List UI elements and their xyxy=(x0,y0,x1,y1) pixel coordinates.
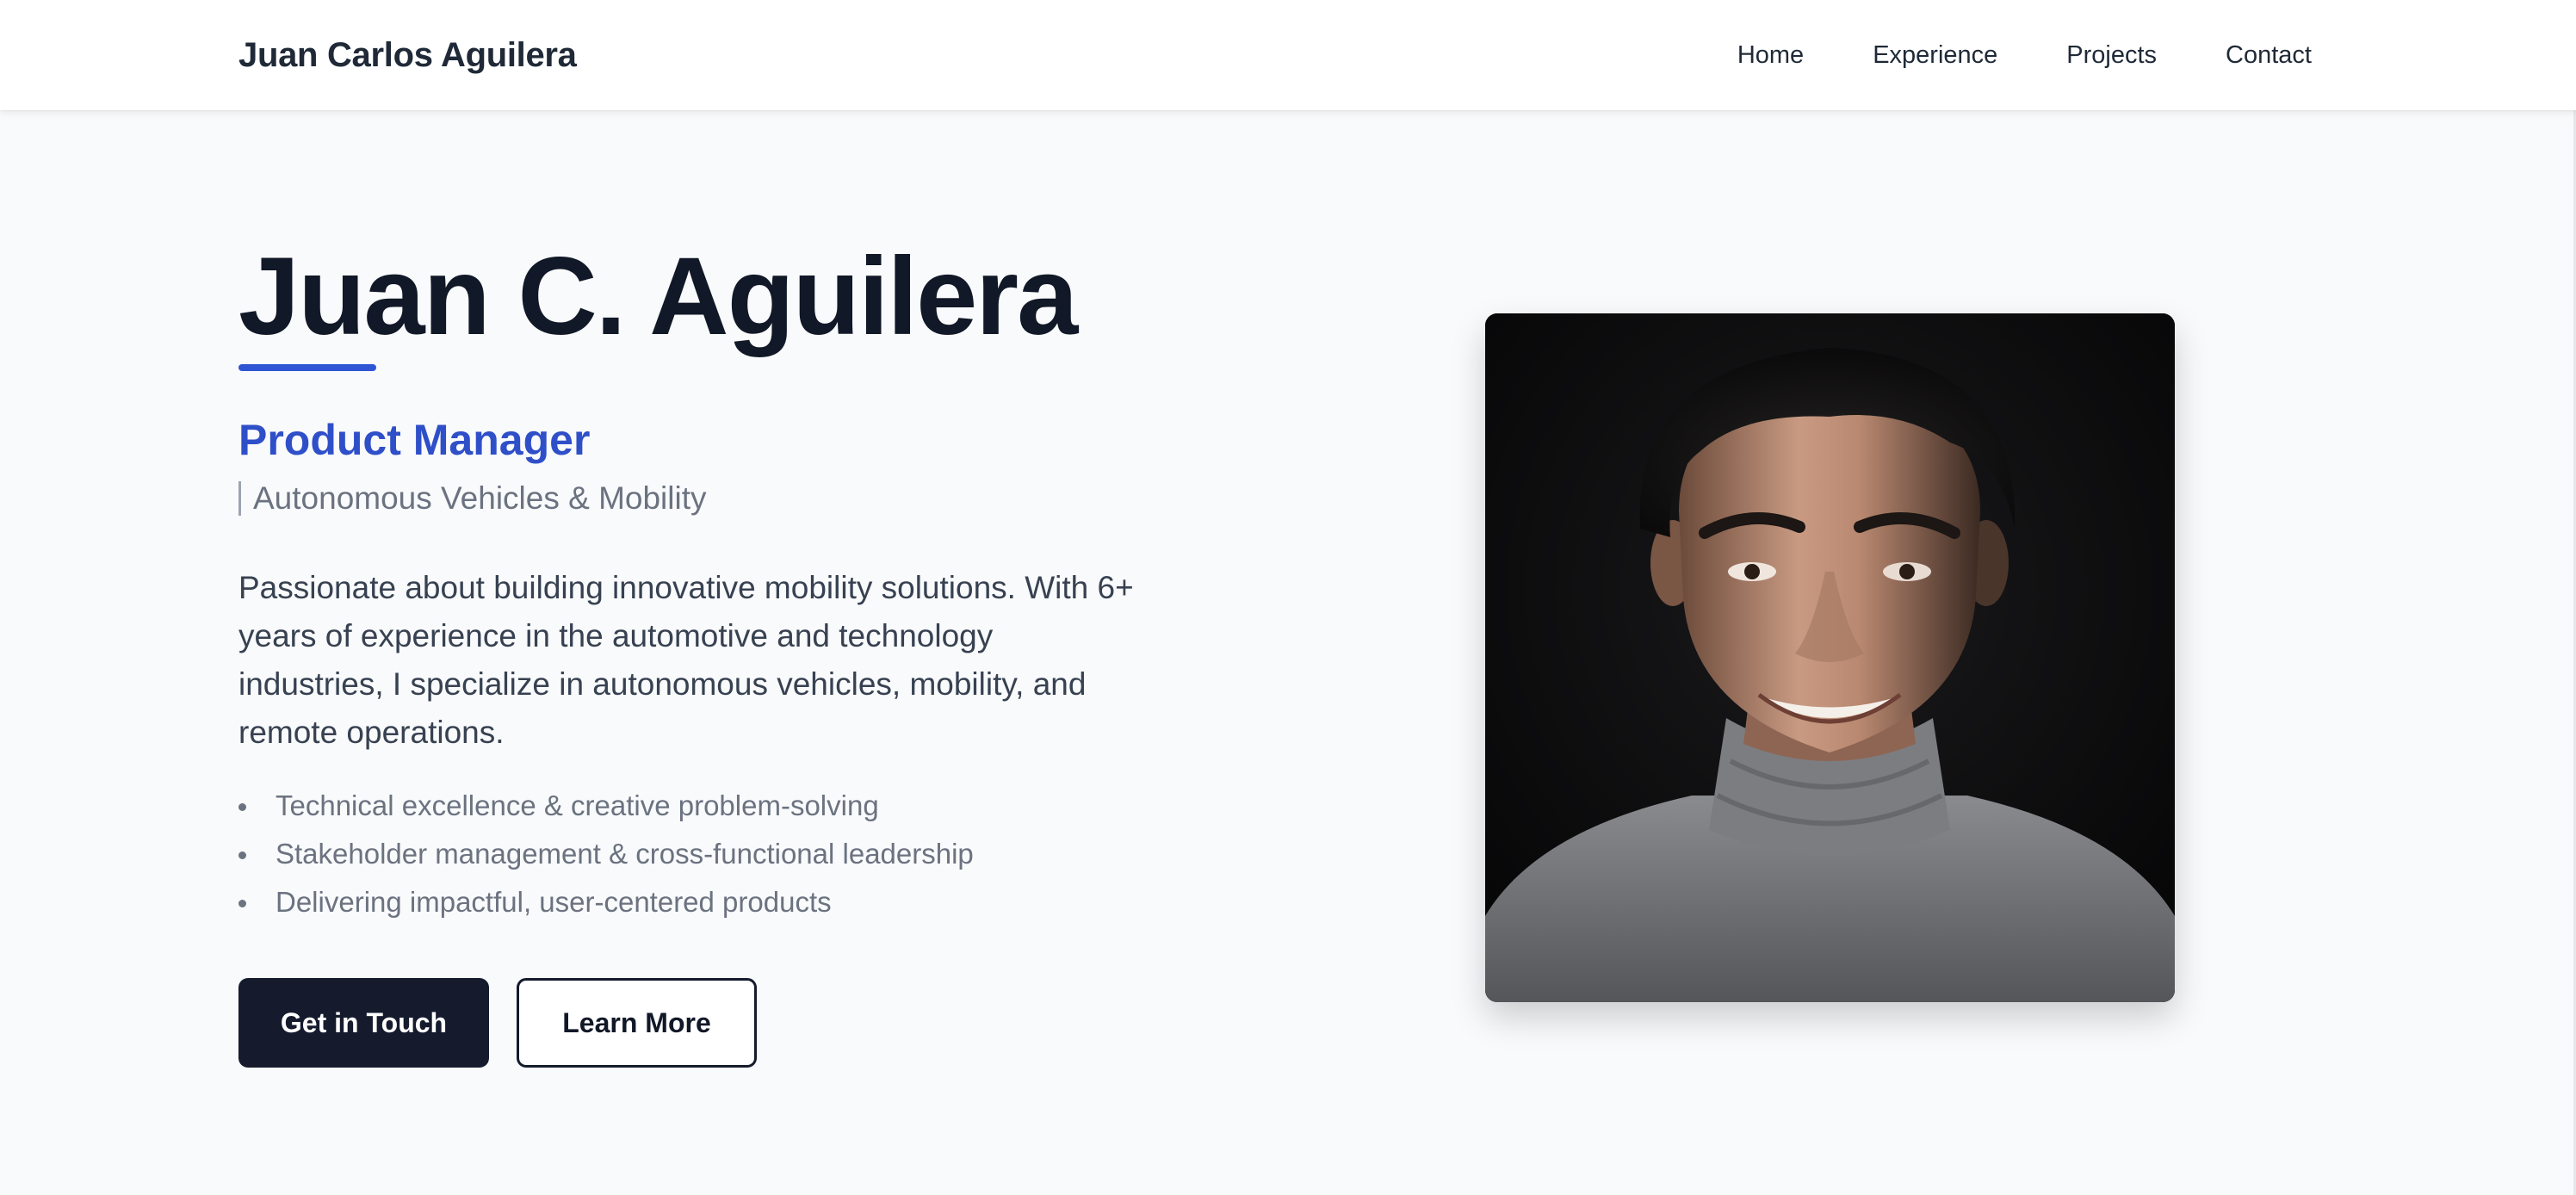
role-subtitle: Autonomous Vehicles & Mobility xyxy=(238,477,707,520)
highlight-text: Technical excellence & creative problem-… xyxy=(276,789,879,821)
highlight-item: Stakeholder management & cross-functiona… xyxy=(238,830,974,878)
highlight-item: Technical excellence & creative problem-… xyxy=(238,782,974,830)
nav-projects-link[interactable]: Projects xyxy=(2066,38,2157,72)
highlight-text: Stakeholder management & cross-functiona… xyxy=(276,838,974,870)
hero-name-heading: Juan C. Aguilera xyxy=(238,235,1078,358)
highlight-item: Delivering impactful, user-centered prod… xyxy=(238,878,974,926)
brand-logo-text[interactable]: Juan Carlos Aguilera xyxy=(238,33,577,77)
bullet-dot-icon xyxy=(238,803,246,811)
nav-contact-link[interactable]: Contact xyxy=(2226,38,2312,72)
role-title: Product Manager xyxy=(238,416,591,464)
portrait-illustration xyxy=(1485,313,2175,1002)
bio-paragraph: Passionate about building innovative mob… xyxy=(238,570,1134,750)
role-subtitle-text: Autonomous Vehicles & Mobility xyxy=(253,480,707,516)
get-in-touch-button[interactable]: Get in Touch xyxy=(238,978,489,1068)
bullet-dot-icon xyxy=(238,851,246,859)
name-underline-accent xyxy=(238,364,376,371)
subtitle-divider-bar xyxy=(238,481,241,516)
nav-experience-link[interactable]: Experience xyxy=(1873,38,1997,72)
learn-more-button[interactable]: Learn More xyxy=(517,978,757,1068)
nav-home-link[interactable]: Home xyxy=(1737,38,1804,72)
site-header: Juan Carlos Aguilera Home Experience Pro… xyxy=(0,0,2576,110)
highlights-list: Technical excellence & creative problem-… xyxy=(238,782,974,926)
highlight-text: Delivering impactful, user-centered prod… xyxy=(276,886,832,918)
profile-photo xyxy=(1485,313,2175,1002)
main-nav: Home Experience Projects Contact xyxy=(1737,38,2312,72)
bullet-dot-icon xyxy=(238,900,246,907)
